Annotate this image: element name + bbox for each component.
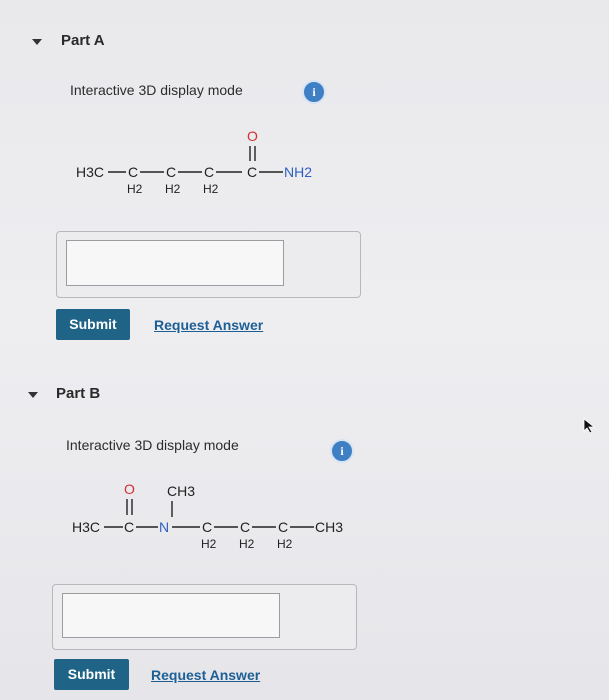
- info-icon[interactable]: i: [302, 80, 326, 104]
- h2-label: H2: [127, 182, 143, 196]
- caret-down-icon[interactable]: [28, 392, 38, 398]
- info-icon[interactable]: i: [330, 439, 354, 463]
- carbon-atom: C: [128, 164, 138, 180]
- molecule-structure-b: H3C O C N CH3 C H2 C H2 C H2 CH3: [66, 477, 366, 572]
- caret-down-icon[interactable]: [32, 39, 42, 45]
- molecule-structure-a: H3C C H2 C H2 C H2 O C NH2: [70, 125, 350, 215]
- h3c-group: H3C: [72, 519, 100, 535]
- h2-label: H2: [165, 182, 181, 196]
- answer-input-a[interactable]: [66, 240, 284, 286]
- submit-button-a[interactable]: Submit: [56, 309, 130, 340]
- nh2-group: NH2: [284, 164, 312, 180]
- request-answer-link-a[interactable]: Request Answer: [154, 317, 263, 333]
- request-answer-link-b[interactable]: Request Answer: [151, 667, 260, 683]
- h2-label: H2: [201, 537, 217, 551]
- mouse-pointer-icon: [583, 418, 597, 439]
- carbon-atom: C: [204, 164, 214, 180]
- nitrogen-atom: N: [159, 519, 169, 535]
- h2-label: H2: [203, 182, 219, 196]
- part-b-title[interactable]: Part B: [56, 385, 100, 402]
- carbon-atom: C: [166, 164, 176, 180]
- ch3-group: CH3: [167, 483, 195, 499]
- submit-button-b[interactable]: Submit: [54, 659, 129, 690]
- carbon-atom: C: [124, 519, 134, 535]
- ch3-group: CH3: [315, 519, 343, 535]
- answer-input-b[interactable]: [62, 593, 280, 638]
- display-mode-label: Interactive 3D display mode: [70, 82, 243, 98]
- carbon-atom: C: [240, 519, 250, 535]
- answer-box-a: [56, 231, 361, 298]
- h2-label: H2: [277, 537, 293, 551]
- part-a-title[interactable]: Part A: [61, 32, 105, 49]
- answer-box-b: [52, 584, 357, 650]
- carbon-atom: C: [247, 164, 257, 180]
- oxygen-atom: O: [247, 128, 258, 144]
- display-mode-label: Interactive 3D display mode: [66, 437, 239, 453]
- h3c-group: H3C: [76, 164, 104, 180]
- carbon-atom: C: [202, 519, 212, 535]
- carbon-atom: C: [278, 519, 288, 535]
- h2-label: H2: [239, 537, 255, 551]
- oxygen-atom: O: [124, 481, 135, 497]
